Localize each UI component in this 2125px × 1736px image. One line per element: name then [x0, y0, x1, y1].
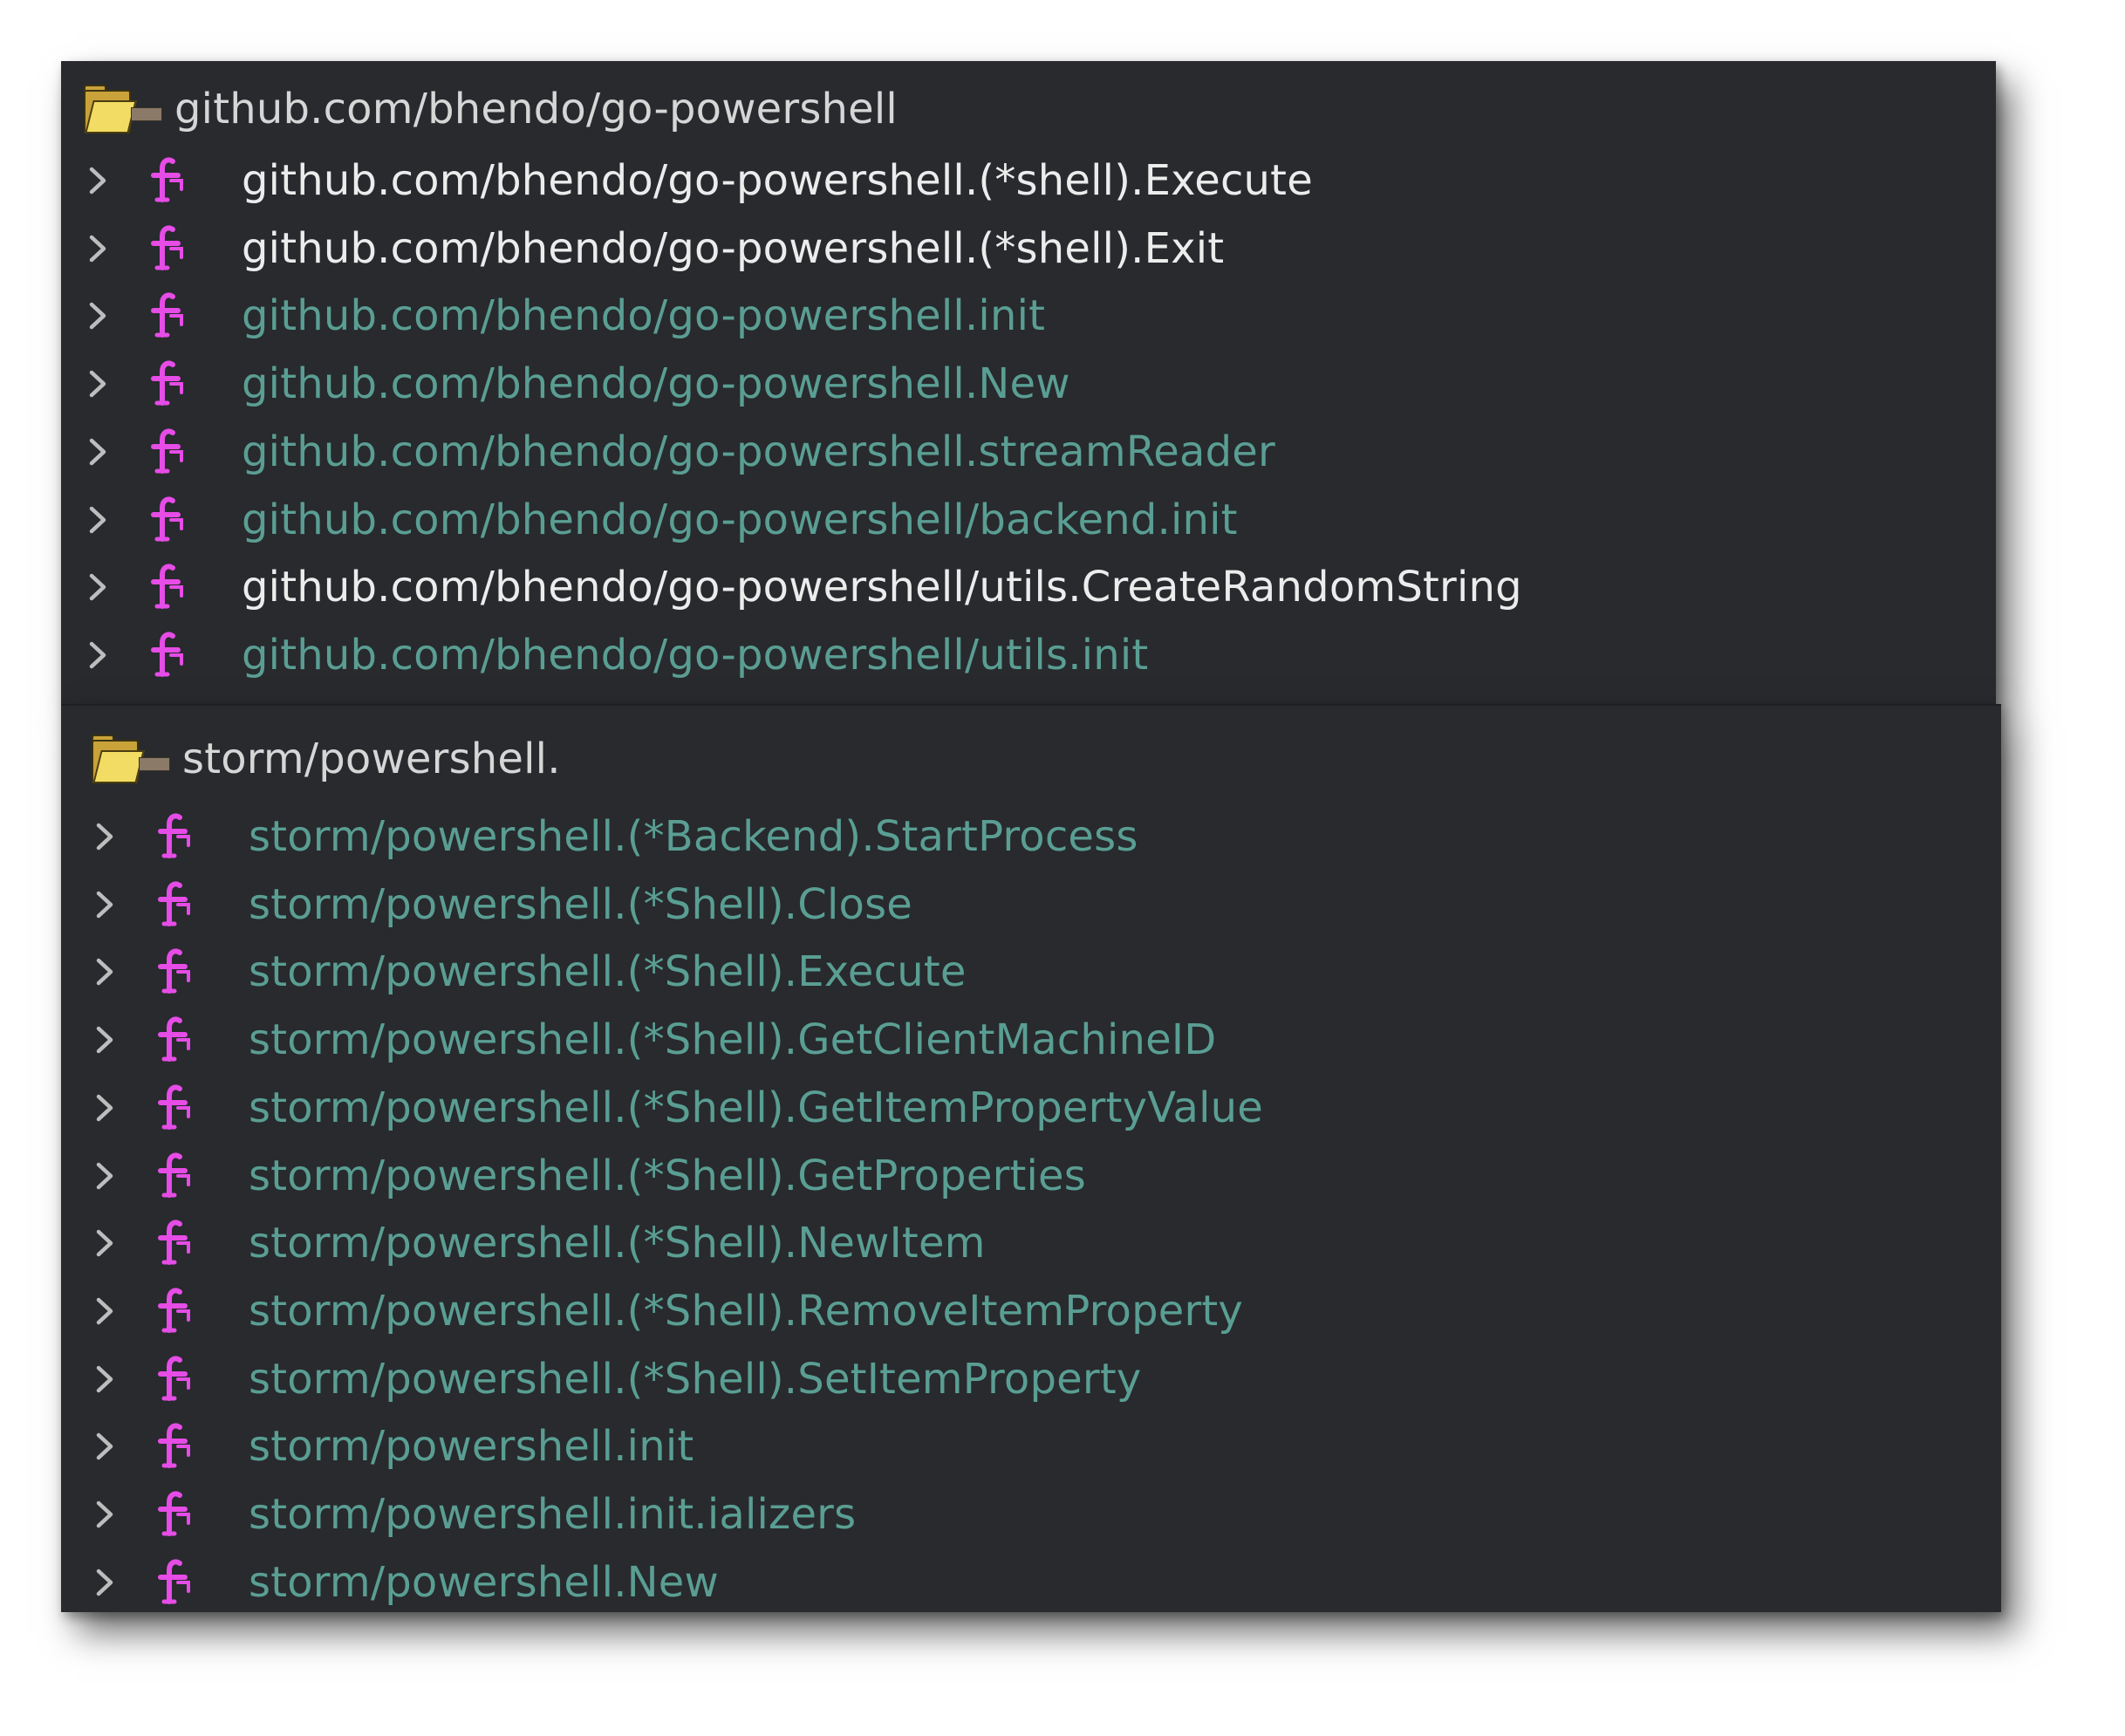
function-row[interactable]: storm/powershell.(*Shell).GetClientMachi…	[92, 1006, 1216, 1074]
chevron-right-icon[interactable]	[85, 553, 111, 621]
function-icon	[146, 418, 189, 486]
function-label: storm/powershell.(*Shell).RemoveItemProp…	[249, 1287, 1244, 1336]
function-row[interactable]: storm/powershell.init	[92, 1412, 694, 1480]
function-icon	[146, 486, 189, 554]
function-icon	[153, 1006, 196, 1074]
function-label: storm/powershell.(*Shell).GetClientMachi…	[249, 1015, 1217, 1064]
group-header-storm[interactable]: storm/powershell.	[90, 728, 561, 789]
chevron-right-icon[interactable]	[92, 1074, 118, 1142]
function-label: storm/powershell.(*Shell).Execute	[249, 947, 967, 996]
function-label: github.com/bhendo/go-powershell.streamRe…	[242, 427, 1275, 476]
chevron-right-icon[interactable]	[92, 1345, 118, 1413]
chevron-right-icon[interactable]	[85, 486, 111, 554]
function-icon	[146, 621, 189, 689]
function-label: github.com/bhendo/go-powershell.(*shell)…	[242, 156, 1313, 205]
function-row[interactable]: github.com/bhendo/go-powershell.init	[85, 282, 1045, 350]
function-row[interactable]: github.com/bhendo/go-powershell/utils.Cr…	[85, 553, 1522, 621]
folder-icon	[82, 85, 162, 133]
function-icon	[153, 1412, 196, 1480]
function-row[interactable]: github.com/bhendo/go-powershell/backend.…	[85, 486, 1238, 554]
function-label: storm/powershell.(*Shell).GetProperties	[249, 1152, 1086, 1200]
function-icon	[146, 147, 189, 215]
function-label: github.com/bhendo/go-powershell.(*shell)…	[242, 224, 1225, 273]
function-icon	[153, 803, 196, 871]
chevron-right-icon[interactable]	[85, 215, 111, 283]
function-icon	[153, 938, 196, 1006]
function-icon	[153, 1209, 196, 1277]
group-header-github[interactable]: github.com/bhendo/go-powershell	[82, 79, 898, 140]
function-row[interactable]: github.com/bhendo/go-powershell/utils.in…	[85, 621, 1148, 689]
storm-package-panel: storm/powershell. storm/powershell.(*Bac…	[61, 704, 2001, 1612]
function-label: storm/powershell.(*Backend).StartProcess	[249, 812, 1138, 861]
chevron-right-icon[interactable]	[92, 1209, 118, 1277]
function-row[interactable]: github.com/bhendo/go-powershell.(*shell)…	[85, 215, 1224, 283]
function-row[interactable]: github.com/bhendo/go-powershell.(*shell)…	[85, 147, 1313, 215]
function-icon	[153, 1548, 196, 1616]
chevron-right-icon[interactable]	[92, 1006, 118, 1074]
chevron-right-icon[interactable]	[92, 1277, 118, 1345]
function-label: github.com/bhendo/go-powershell.init	[242, 291, 1046, 340]
function-icon	[146, 215, 189, 283]
chevron-right-icon[interactable]	[85, 282, 111, 350]
function-icon	[153, 1142, 196, 1210]
chevron-right-icon[interactable]	[92, 1480, 118, 1548]
function-label: storm/powershell.init	[249, 1422, 694, 1471]
function-icon	[153, 1480, 196, 1548]
function-row[interactable]: storm/powershell.init.ializers	[92, 1480, 856, 1548]
chevron-right-icon[interactable]	[92, 803, 118, 871]
function-label: github.com/bhendo/go-powershell/utils.in…	[242, 631, 1149, 680]
function-icon	[153, 1074, 196, 1142]
function-row[interactable]: storm/powershell.(*Shell).GetItemPropert…	[92, 1074, 1263, 1142]
chevron-right-icon[interactable]	[92, 1412, 118, 1480]
function-row[interactable]: storm/powershell.(*Shell).SetItemPropert…	[92, 1345, 1141, 1413]
function-label: storm/powershell.(*Shell).Close	[249, 880, 913, 929]
function-icon	[153, 1345, 196, 1413]
function-row[interactable]: storm/powershell.(*Shell).RemoveItemProp…	[92, 1277, 1243, 1345]
function-label: storm/powershell.(*Shell).SetItemPropert…	[249, 1355, 1142, 1404]
function-row[interactable]: storm/powershell.(*Shell).GetProperties	[92, 1142, 1086, 1210]
chevron-right-icon[interactable]	[92, 938, 118, 1006]
function-icon	[146, 350, 189, 418]
function-icon	[153, 871, 196, 939]
chevron-right-icon[interactable]	[85, 350, 111, 418]
chevron-right-icon[interactable]	[85, 418, 111, 486]
function-label: github.com/bhendo/go-powershell/utils.Cr…	[242, 563, 1522, 612]
group-title: github.com/bhendo/go-powershell	[174, 85, 898, 133]
function-row[interactable]: storm/powershell.New	[92, 1548, 719, 1616]
function-icon	[153, 1277, 196, 1345]
chevron-right-icon[interactable]	[85, 147, 111, 215]
function-row[interactable]: github.com/bhendo/go-powershell.streamRe…	[85, 418, 1275, 486]
chevron-right-icon[interactable]	[85, 621, 111, 689]
function-icon	[146, 282, 189, 350]
function-row[interactable]: github.com/bhendo/go-powershell.New	[85, 350, 1070, 418]
group-title: storm/powershell.	[182, 735, 561, 783]
function-row[interactable]: storm/powershell.(*Backend).StartProcess	[92, 803, 1138, 871]
folder-icon	[90, 735, 170, 783]
function-label: storm/powershell.(*Shell).NewItem	[249, 1219, 986, 1268]
function-row[interactable]: storm/powershell.(*Shell).Close	[92, 871, 912, 939]
function-label: storm/powershell.init.ializers	[249, 1490, 857, 1539]
function-label: github.com/bhendo/go-powershell.New	[242, 359, 1070, 408]
function-row[interactable]: storm/powershell.(*Shell).Execute	[92, 938, 967, 1006]
chevron-right-icon[interactable]	[92, 1548, 118, 1616]
function-label: storm/powershell.New	[249, 1558, 719, 1607]
function-label: storm/powershell.(*Shell).GetItemPropert…	[249, 1083, 1264, 1132]
github-package-panel: github.com/bhendo/go-powershell github.c…	[61, 61, 1996, 705]
chevron-right-icon[interactable]	[92, 871, 118, 939]
function-icon	[146, 553, 189, 621]
function-label: github.com/bhendo/go-powershell/backend.…	[242, 496, 1238, 544]
function-row[interactable]: storm/powershell.(*Shell).NewItem	[92, 1209, 986, 1277]
chevron-right-icon[interactable]	[92, 1142, 118, 1210]
